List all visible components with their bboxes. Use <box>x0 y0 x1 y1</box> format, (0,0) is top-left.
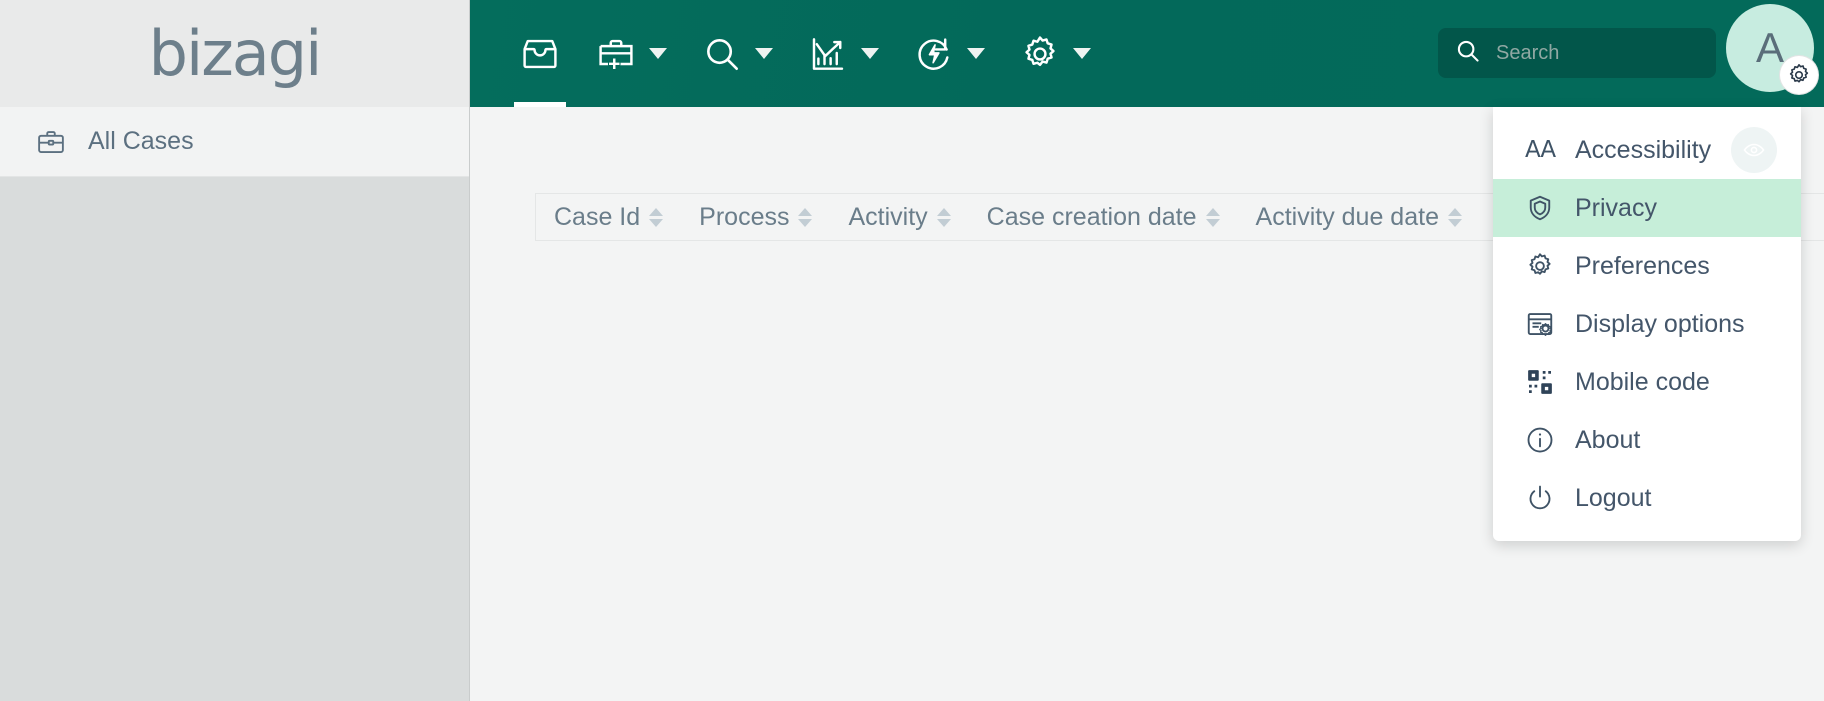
column-label: Process <box>699 202 790 231</box>
table-column-case-id[interactable]: Case Id <box>536 203 681 232</box>
nav-button-search[interactable] <box>684 0 790 107</box>
power-icon <box>1525 483 1555 513</box>
avatar[interactable]: A <box>1726 4 1818 94</box>
display-gear-icon <box>1525 309 1555 339</box>
gear-icon <box>1019 33 1061 75</box>
info-icon <box>1525 425 1555 455</box>
nav-button-new-case[interactable] <box>578 0 684 107</box>
left-sidebar: bizagi All Cases <box>0 0 470 701</box>
briefcase-plus-icon <box>595 33 637 75</box>
sidebar-item-all-cases[interactable]: All Cases <box>0 107 469 177</box>
gear-icon <box>1525 251 1555 281</box>
sort-icon[interactable] <box>798 207 813 227</box>
table-column-activity-due-date[interactable]: Activity due date <box>1238 203 1480 232</box>
top-navigation-bar: Search A <box>470 0 1824 107</box>
application-window: bizagi All Cases Search A Case Id Proces… <box>0 0 1824 701</box>
brand-logo-text: bizagi <box>148 17 323 90</box>
nav-button-analytics[interactable] <box>790 0 896 107</box>
table-column-activity[interactable]: Activity <box>830 203 968 232</box>
menu-item-label: Accessibility <box>1575 135 1712 164</box>
menu-item-logout[interactable]: Logout <box>1493 469 1801 527</box>
menu-item-about[interactable]: About <box>1493 411 1801 469</box>
refresh-bolt-icon <box>913 33 955 75</box>
search-input[interactable]: Search <box>1438 28 1716 78</box>
menu-item-accessibility[interactable]: AA Accessibility <box>1493 121 1801 179</box>
menu-item-label: About <box>1575 425 1641 454</box>
briefcase-icon <box>36 127 66 157</box>
magnifier-icon <box>701 33 743 75</box>
chevron-down-icon <box>649 48 667 59</box>
menu-item-privacy[interactable]: Privacy <box>1493 179 1801 237</box>
menu-item-label: Mobile code <box>1575 367 1710 396</box>
sort-icon[interactable] <box>649 207 664 227</box>
chevron-down-icon <box>1073 48 1091 59</box>
menu-item-label: Logout <box>1575 483 1652 512</box>
menu-item-mobile-code[interactable]: Mobile code <box>1493 353 1801 411</box>
menu-item-display-options[interactable]: Display options <box>1493 295 1801 353</box>
table-column-case-creation-date[interactable]: Case creation date <box>969 203 1238 232</box>
brand-logo[interactable]: bizagi <box>0 0 469 107</box>
nav-button-inbox[interactable] <box>502 0 578 107</box>
nav-button-admin[interactable] <box>1002 0 1108 107</box>
sort-icon[interactable] <box>1447 207 1462 227</box>
column-label: Activity <box>848 202 928 231</box>
sort-icon[interactable] <box>936 207 951 227</box>
chart-icon <box>807 33 849 75</box>
chevron-down-icon <box>755 48 773 59</box>
aa-icon: AA <box>1524 137 1556 163</box>
search-icon <box>1454 37 1482 70</box>
column-label: Case creation date <box>986 202 1197 231</box>
chevron-down-icon <box>967 48 985 59</box>
search-placeholder: Search <box>1496 41 1560 64</box>
user-settings-menu: AA Accessibility Privacy Preferences Dis… <box>1493 107 1801 541</box>
column-label: Activity due date <box>1255 202 1439 231</box>
inbox-icon <box>519 33 561 75</box>
qr-code-icon <box>1525 367 1555 397</box>
eye-icon[interactable] <box>1731 127 1777 173</box>
shield-icon <box>1525 193 1555 223</box>
menu-item-label: Display options <box>1575 309 1745 338</box>
sidebar-item-label: All Cases <box>88 127 194 155</box>
menu-item-label: Preferences <box>1575 251 1710 280</box>
sort-icon[interactable] <box>1205 207 1220 227</box>
nav-icon-group <box>470 0 1108 107</box>
avatar-initial: A <box>1755 24 1784 71</box>
menu-item-preferences[interactable]: Preferences <box>1493 237 1801 295</box>
nav-button-automation[interactable] <box>896 0 1002 107</box>
avatar-gear-icon[interactable] <box>1780 56 1818 94</box>
menu-item-label: Privacy <box>1575 193 1657 222</box>
column-label: Case Id <box>554 202 641 231</box>
chevron-down-icon <box>861 48 879 59</box>
table-column-process[interactable]: Process <box>681 203 830 232</box>
